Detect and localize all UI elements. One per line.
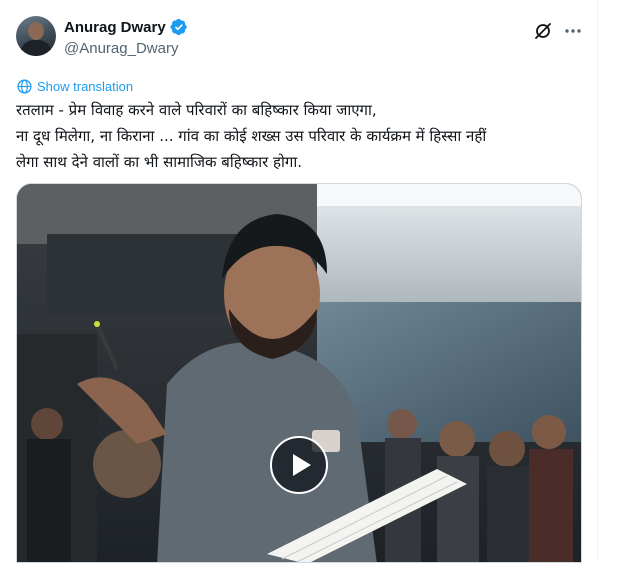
video-thumbnail[interactable]	[16, 183, 582, 563]
avatar[interactable]	[16, 16, 56, 56]
show-translation-label: Show translation	[37, 79, 134, 94]
author-name-row: Anurag Dwary	[64, 18, 188, 36]
play-button[interactable]	[270, 436, 328, 494]
avatar-body	[20, 40, 52, 56]
show-translation-link[interactable]: Show translation	[16, 78, 133, 95]
avatar-head	[28, 22, 44, 40]
author-display-name[interactable]: Anurag Dwary	[64, 19, 166, 36]
more-icon[interactable]	[562, 20, 584, 42]
tweet-card[interactable]: Anurag Dwary @Anurag_Dwary Show translat…	[0, 0, 598, 563]
grok-icon[interactable]	[532, 20, 554, 42]
translate-icon	[16, 78, 33, 95]
play-icon	[292, 454, 311, 476]
video-frame-illustration	[17, 184, 581, 562]
author-handle[interactable]: @Anurag_Dwary	[64, 40, 178, 57]
tweet-text: रतलाम - प्रेम विवाह करने वाले परिवारों क…	[16, 101, 487, 171]
verified-icon	[170, 18, 188, 36]
